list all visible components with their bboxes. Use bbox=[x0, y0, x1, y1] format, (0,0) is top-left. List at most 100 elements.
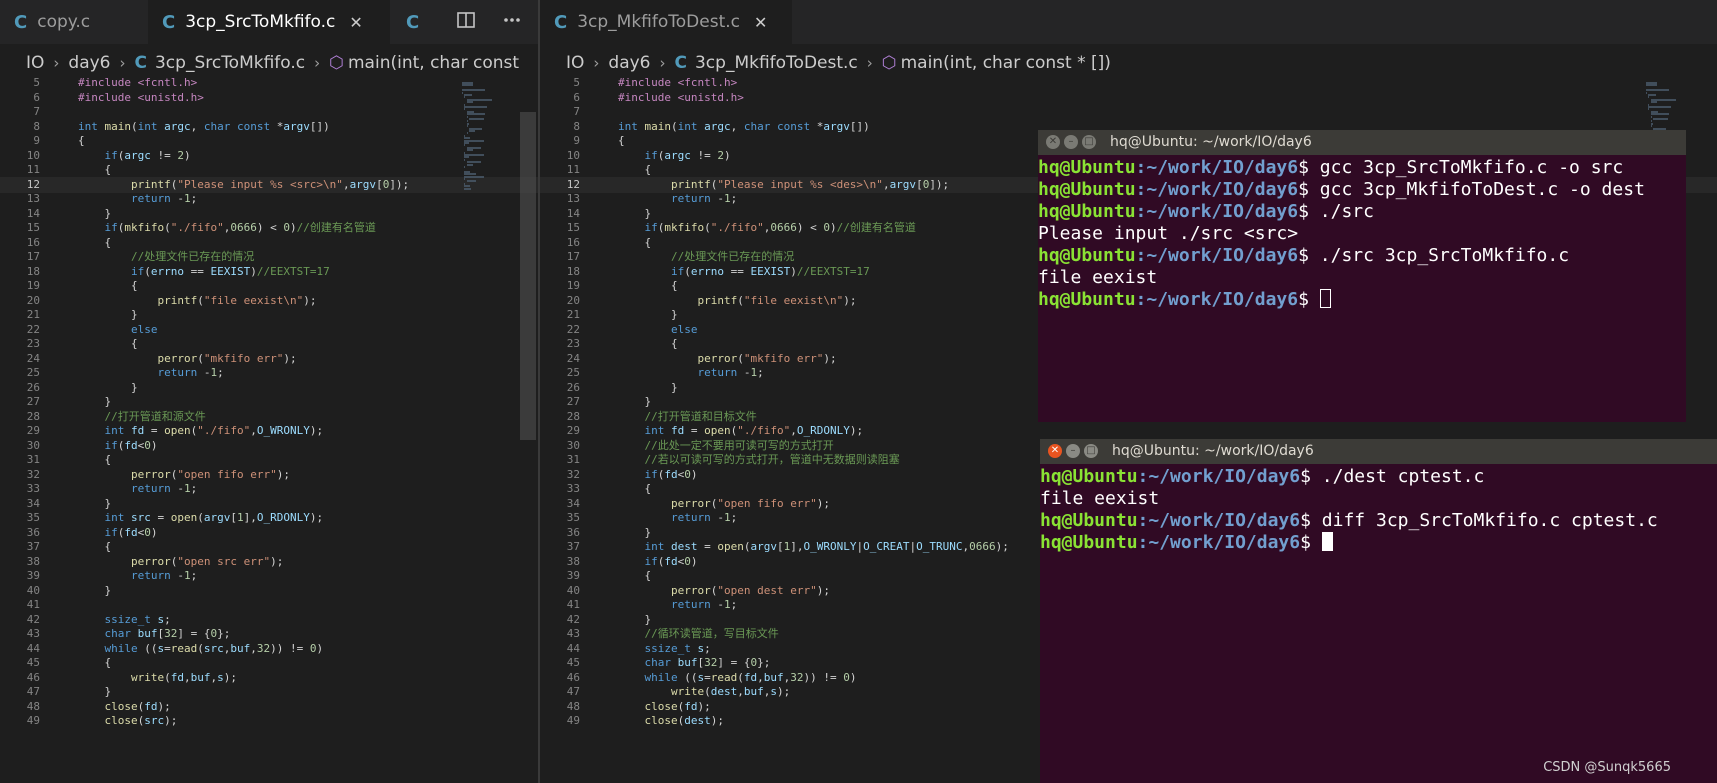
command-text: ./src 3cp_SrcToMkfifo.c bbox=[1319, 245, 1570, 266]
minimap-line bbox=[466, 180, 477, 183]
c-file-icon: C bbox=[14, 11, 28, 33]
watermark: CSDN @Sunqk5665 bbox=[1543, 760, 1671, 775]
command-text: diff 3cp_SrcToMkfifo.c cptest.c bbox=[1321, 510, 1658, 531]
line-number: 49 bbox=[566, 714, 580, 727]
maximize-window-icon[interactable]: □ bbox=[1084, 444, 1098, 458]
terminal-prompt-line: hq@Ubuntu:~/work/IO/day6$ ./src 3cp_SrcT… bbox=[1038, 245, 1686, 267]
minimap-line bbox=[462, 84, 474, 87]
c-file-icon: C bbox=[674, 53, 687, 73]
prompt-path: :~/work/IO/day6 bbox=[1135, 179, 1299, 200]
editor-scrollbar[interactable] bbox=[520, 112, 536, 440]
minimap-line bbox=[1650, 113, 1669, 116]
prompt-path: :~/work/IO/day6 bbox=[1135, 201, 1299, 222]
minimap-line bbox=[466, 163, 473, 166]
minimap-line bbox=[464, 158, 465, 161]
minimap-line bbox=[464, 142, 470, 144]
breadcrumb-folder[interactable]: IO bbox=[26, 53, 44, 73]
prompt-user: hq@Ubuntu bbox=[1038, 201, 1136, 222]
minimap-line bbox=[466, 101, 473, 104]
terminal-title-bar[interactable]: ✕ – □ hq@Ubuntu: ~/work/IO/day6 bbox=[1038, 130, 1686, 155]
prompt-user: hq@Ubuntu bbox=[1040, 510, 1138, 531]
terminal-output[interactable]: hq@Ubuntu:~/work/IO/day6$ gcc 3cp_SrcToM… bbox=[1038, 155, 1686, 422]
breadcrumb-file[interactable]: 3cp_SrcToMkfifo.c bbox=[155, 53, 305, 73]
close-window-icon[interactable]: ✕ bbox=[1048, 444, 1062, 458]
minimap-line bbox=[469, 118, 484, 120]
terminal-prompt-line: hq@Ubuntu:~/work/IO/day6$ gcc 3cp_Mkfifo… bbox=[1038, 179, 1686, 201]
minimap-line bbox=[1648, 106, 1671, 108]
command-text: gcc 3cp_MkfifoToDest.c -o dest bbox=[1319, 179, 1645, 200]
chevron-right-icon: › bbox=[53, 54, 60, 72]
minimap-line bbox=[464, 156, 470, 159]
minimap-line bbox=[466, 113, 485, 116]
minimap-line bbox=[464, 108, 465, 111]
breadcrumb-subfolder[interactable]: day6 bbox=[608, 53, 650, 73]
tab-copy-c[interactable]: C copy.c bbox=[0, 0, 148, 44]
code-editor[interactable]: 5 #include <fcntl.h> 6 #include <unistd.h> 7… bbox=[0, 76, 538, 783]
terminal-title: hq@Ubuntu: ~/work/IO/day6 bbox=[1112, 443, 1314, 459]
prompt-symbol: $ bbox=[1298, 201, 1320, 222]
terminal-prompt-line: hq@Ubuntu:~/work/IO/day6$ gcc 3cp_SrcToM… bbox=[1038, 157, 1686, 179]
prompt-symbol: $ bbox=[1298, 179, 1320, 200]
minimap-line bbox=[1648, 94, 1657, 96]
minimize-window-icon[interactable]: – bbox=[1064, 135, 1078, 149]
prompt-path: :~/work/IO/day6 bbox=[1135, 245, 1299, 266]
split-editor-icon[interactable] bbox=[454, 10, 478, 34]
terminal-window-bottom[interactable]: ✕ – □ hq@Ubuntu: ~/work/IO/day6 hq@Ubunt… bbox=[1040, 439, 1717, 783]
breadcrumb-symbol[interactable]: main(int, char const * []) bbox=[901, 53, 1111, 73]
minimap-line bbox=[1650, 101, 1657, 104]
breadcrumb-symbol[interactable]: main(int, char const bbox=[348, 53, 519, 73]
minimap[interactable] bbox=[462, 82, 504, 202]
terminal-output-line: file eexist bbox=[1038, 267, 1158, 288]
minimap-line bbox=[462, 91, 463, 94]
method-symbol-icon: ⬡ bbox=[329, 53, 344, 73]
prompt-symbol: $ bbox=[1298, 157, 1320, 178]
text-cursor bbox=[1319, 289, 1331, 308]
code-text: close(dest); bbox=[644, 714, 725, 727]
minimap-line bbox=[1650, 115, 1652, 118]
text-cursor bbox=[1321, 532, 1333, 551]
minimap-line bbox=[1646, 84, 1658, 87]
close-icon[interactable]: ✕ bbox=[754, 13, 767, 32]
terminal-title-bar[interactable]: ✕ – □ hq@Ubuntu: ~/work/IO/day6 bbox=[1040, 439, 1717, 464]
c-file-icon: C bbox=[406, 11, 420, 33]
tab-3cp-srctomkfifo[interactable]: C 3cp_SrcToMkfifo.c ✕ bbox=[148, 0, 390, 44]
minimap-line bbox=[466, 132, 468, 135]
minimap-line bbox=[469, 130, 476, 132]
more-actions-icon[interactable] bbox=[500, 10, 524, 34]
minimap-line bbox=[1648, 96, 1649, 99]
tab-label: copy.c bbox=[37, 12, 91, 32]
breadcrumb-subfolder[interactable]: day6 bbox=[68, 53, 110, 73]
prompt-symbol: $ bbox=[1298, 245, 1320, 266]
prompt-symbol: $ bbox=[1300, 532, 1322, 553]
terminal-prompt-line: hq@Ubuntu:~/work/IO/day6$ ./src bbox=[1038, 201, 1686, 223]
tab-3cp-mkfifotodest[interactable]: C 3cp_MkfifoToDest.c ✕ bbox=[540, 0, 792, 44]
command-text: gcc 3cp_SrcToMkfifo.c -o src bbox=[1319, 157, 1624, 178]
breadcrumb-folder[interactable]: IO bbox=[566, 53, 584, 73]
prompt-path: :~/work/IO/day6 bbox=[1137, 510, 1301, 531]
chevron-right-icon: › bbox=[659, 54, 666, 72]
chevron-right-icon: › bbox=[866, 54, 873, 72]
terminal-prompt-line: hq@Ubuntu:~/work/IO/day6$ bbox=[1040, 532, 1717, 554]
minimap-line bbox=[464, 175, 485, 178]
prompt-symbol: $ bbox=[1300, 510, 1322, 531]
close-icon[interactable]: ✕ bbox=[349, 13, 362, 32]
prompt-symbol: $ bbox=[1298, 289, 1320, 310]
c-file-icon: C bbox=[554, 11, 568, 33]
code-line[interactable]: 49 close(src); bbox=[0, 713, 538, 729]
terminal-output[interactable]: hq@Ubuntu:~/work/IO/day6$ ./dest cptest.… bbox=[1040, 464, 1717, 783]
close-window-icon[interactable]: ✕ bbox=[1046, 135, 1060, 149]
minimap-line bbox=[1646, 91, 1647, 94]
prompt-user: hq@Ubuntu bbox=[1038, 289, 1136, 310]
chevron-right-icon: › bbox=[314, 54, 321, 72]
maximize-window-icon[interactable]: □ bbox=[1082, 135, 1096, 149]
minimap-line bbox=[1648, 108, 1649, 111]
breadcrumb-file[interactable]: 3cp_MkfifoToDest.c bbox=[695, 53, 858, 73]
tab-overflow[interactable]: C bbox=[392, 0, 434, 44]
minimap-line bbox=[1653, 118, 1668, 120]
terminal-window-top[interactable]: ✕ – □ hq@Ubuntu: ~/work/IO/day6 hq@Ubunt… bbox=[1038, 130, 1686, 422]
minimize-window-icon[interactable]: – bbox=[1066, 444, 1080, 458]
minimap-line bbox=[464, 106, 487, 108]
left-tab-bar: C copy.c C 3cp_SrcToMkfifo.c ✕ C bbox=[0, 0, 538, 44]
prompt-user: hq@Ubuntu bbox=[1040, 466, 1138, 487]
chevron-right-icon: › bbox=[593, 54, 600, 72]
